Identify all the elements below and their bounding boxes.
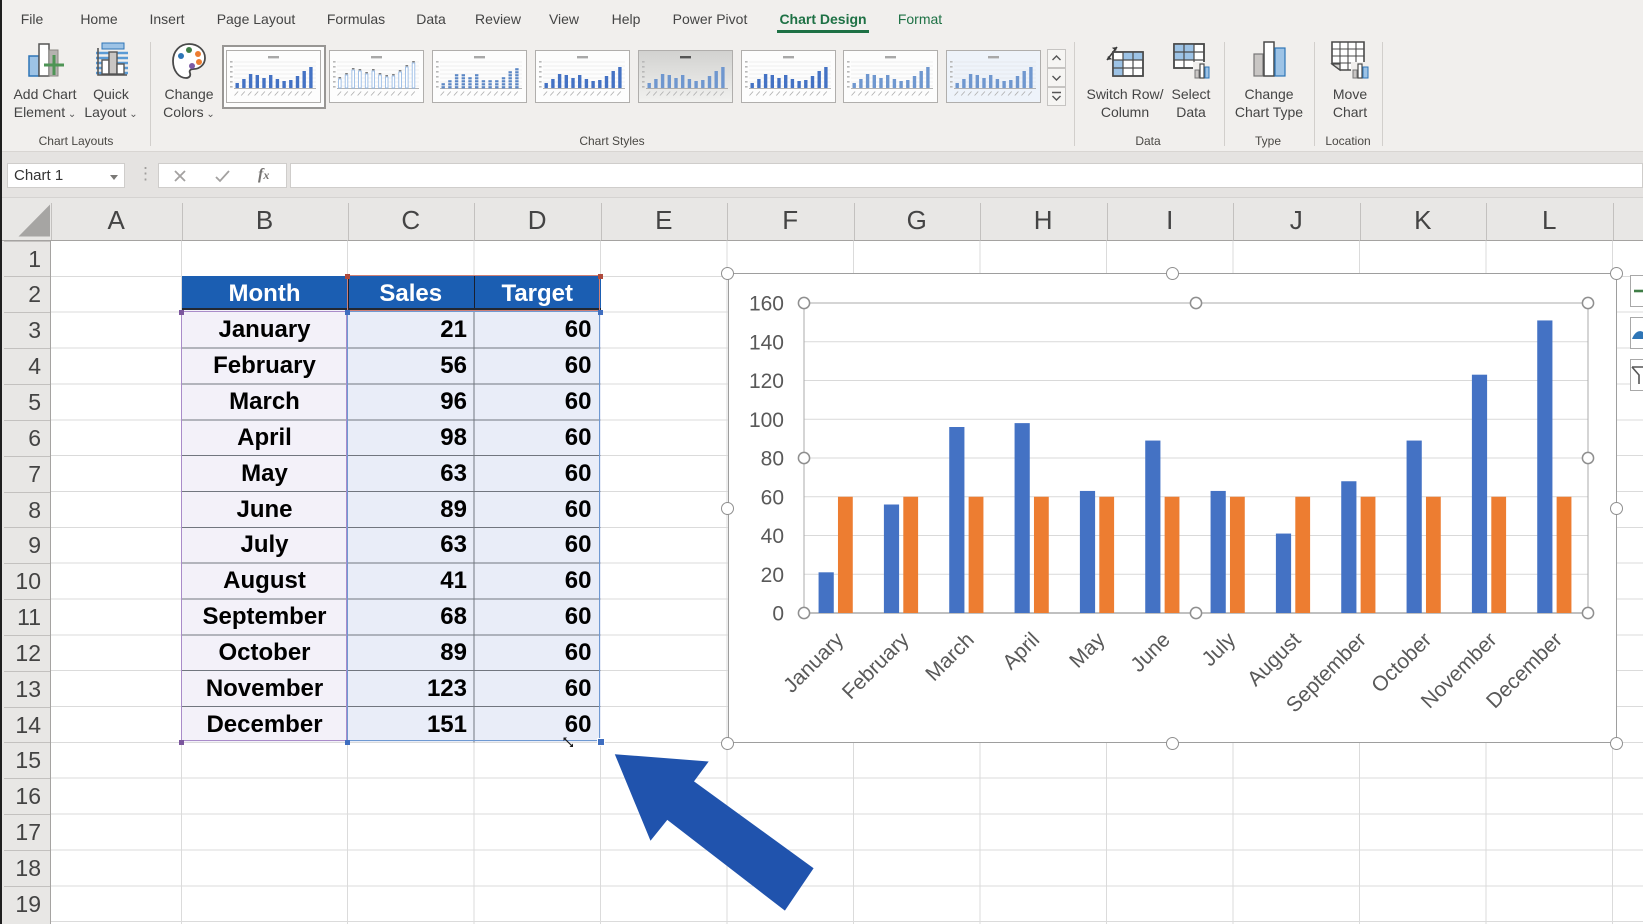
svg-text:May: May — [1065, 628, 1110, 673]
svg-text:February: February — [838, 628, 914, 704]
svg-text:40: 40 — [761, 525, 784, 548]
svg-text:80: 80 — [761, 448, 784, 471]
svg-text:0: 0 — [772, 603, 784, 626]
svg-text:120: 120 — [749, 370, 784, 393]
svg-text:100: 100 — [749, 409, 784, 432]
svg-text:June: June — [1126, 628, 1174, 676]
svg-text:March: March — [921, 628, 979, 686]
svg-text:20: 20 — [761, 564, 784, 587]
svg-text:August: August — [1243, 628, 1306, 691]
svg-text:April: April — [998, 628, 1044, 674]
svg-text:60: 60 — [761, 486, 784, 509]
svg-text:160: 160 — [749, 293, 784, 316]
svg-text:July: July — [1198, 628, 1241, 671]
svg-text:140: 140 — [749, 331, 784, 354]
